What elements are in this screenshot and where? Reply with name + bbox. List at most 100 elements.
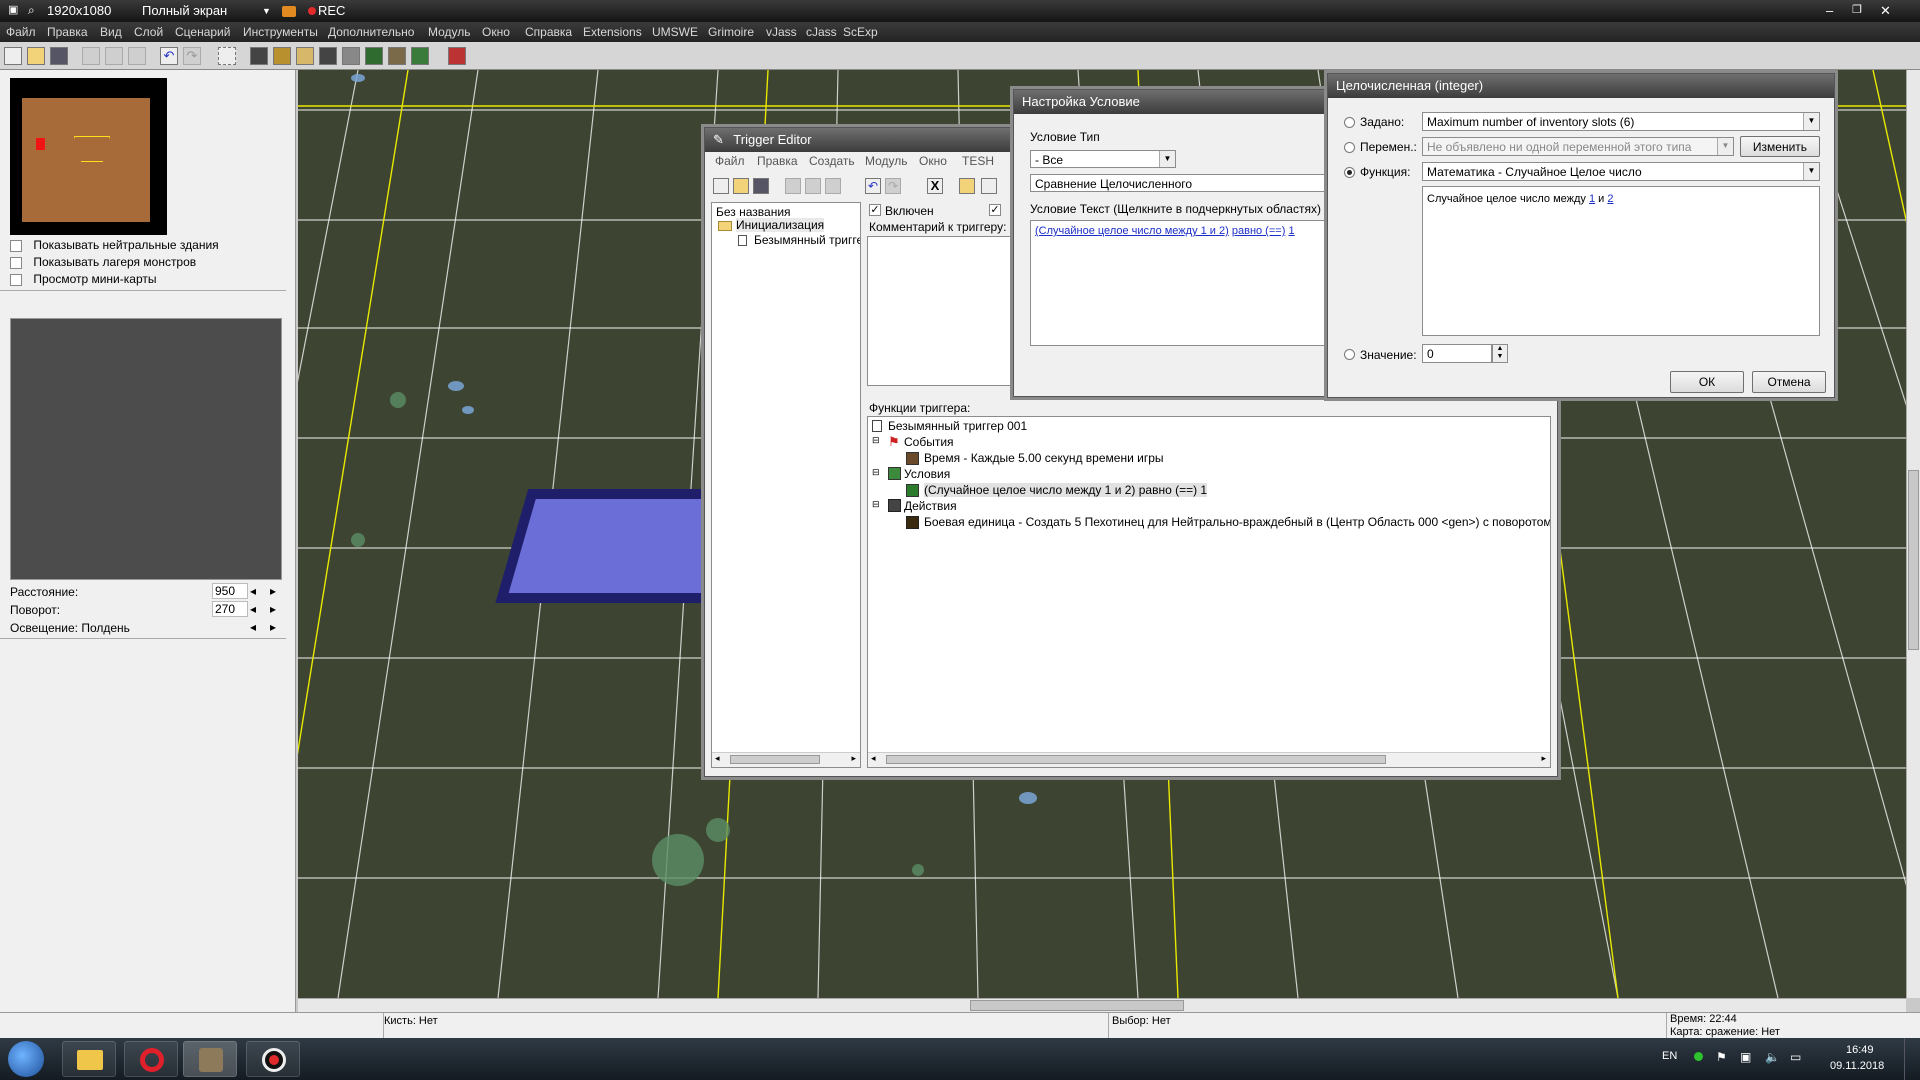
explorer-taskbar-icon[interactable] [62, 1041, 116, 1077]
te-redo-icon[interactable]: ↷ [885, 178, 901, 194]
condition-text-operator[interactable]: равно (==) [1232, 225, 1286, 237]
menu-scenario[interactable]: Сценарий [175, 25, 230, 39]
spin-up-icon[interactable]: ▲ [1493, 345, 1507, 353]
value-radio[interactable] [1344, 349, 1355, 360]
minimap[interactable] [10, 78, 167, 235]
collapse-conditions-icon[interactable]: ⊟ [872, 467, 880, 478]
start-button-icon[interactable] [8, 1041, 44, 1077]
neutral-buildings-checkbox[interactable] [10, 239, 22, 252]
te-delete-icon[interactable]: X [927, 178, 943, 194]
tray-volume-icon[interactable]: 🔈 [1765, 1050, 1780, 1064]
functions-trigger-name[interactable]: Безымянный триггер 001 [888, 419, 1027, 433]
preset-radio[interactable] [1344, 117, 1355, 128]
option-neutral-buildings[interactable]: Показывать нейтральные здания [10, 238, 219, 252]
value-spinner[interactable]: ▲ ▼ [1492, 344, 1508, 363]
rec-label[interactable]: REC [318, 3, 345, 18]
copy-icon[interactable] [105, 47, 123, 65]
menu-window[interactable]: Окно [482, 25, 510, 39]
redo-icon[interactable]: ↷ [183, 47, 201, 65]
ok-button[interactable]: ОК [1670, 371, 1744, 393]
preset-select[interactable]: Maximum number of inventory slots (6) ▼ [1422, 112, 1820, 131]
variable-select[interactable]: Не объявлено ни одной переменной этого т… [1422, 137, 1734, 156]
te-menu-module[interactable]: Модуль [865, 154, 908, 168]
recorder-mode[interactable]: Полный экран [142, 3, 227, 18]
distance-decrease-icon[interactable]: ◂ [250, 584, 256, 598]
map-horizontal-scrollbar[interactable] [298, 998, 1906, 1012]
tray-network-icon[interactable]: ▣ [1740, 1050, 1751, 1064]
collapse-actions-icon[interactable]: ⊟ [872, 499, 880, 510]
restore-icon[interactable]: ❐ [1852, 3, 1862, 16]
initially-on-checkbox[interactable] [989, 204, 1001, 216]
variable-radio[interactable] [1344, 142, 1355, 153]
action-item[interactable]: Боевая единица - Создать 5 Пехотинец для… [924, 515, 1550, 529]
collapse-events-icon[interactable]: ⊟ [872, 435, 880, 446]
te-menu-tesh[interactable]: TESH [962, 154, 994, 168]
sound-editor-icon[interactable] [296, 47, 314, 65]
scroll-left-icon[interactable]: ◂ [871, 753, 876, 764]
te-new-category-icon[interactable] [959, 178, 975, 194]
menu-layer[interactable]: Слой [134, 25, 163, 39]
spin-down-icon[interactable]: ▼ [1493, 353, 1507, 361]
te-menu-window[interactable]: Окно [919, 154, 947, 168]
te-menu-create[interactable]: Создать [809, 154, 855, 168]
conditions-label[interactable]: Условия [904, 467, 950, 481]
tree-root[interactable]: Без названия [716, 205, 791, 219]
option-monster-camps[interactable]: Показывать лагеря монстров [10, 255, 196, 269]
menu-tools[interactable]: Инструменты [243, 25, 318, 39]
menu-view[interactable]: Вид [100, 25, 122, 39]
trigger-editor-icon[interactable] [411, 47, 429, 65]
functions-hscrollbar[interactable]: ◂ ▸ [868, 752, 1550, 767]
recorder-resolution[interactable]: 1920x1080 [47, 3, 111, 18]
cut-icon[interactable] [82, 47, 100, 65]
distance-increase-icon[interactable]: ▸ [270, 584, 276, 598]
menu-file[interactable]: Файл [6, 25, 36, 39]
select-icon[interactable] [218, 47, 236, 65]
menu-scexp[interactable]: ScExp [843, 25, 878, 39]
new-map-icon[interactable] [4, 47, 22, 65]
close-icon[interactable]: ✕ [1880, 3, 1891, 19]
te-cut-icon[interactable] [785, 178, 801, 194]
menu-umswe[interactable]: UMSWE [652, 25, 698, 39]
rotation-decrease-icon[interactable]: ◂ [250, 602, 256, 616]
tree-trigger[interactable]: Безымянный тригге [754, 233, 860, 247]
integer-dialog-titlebar[interactable]: Целочисленная (integer) [1328, 74, 1834, 98]
map-region[interactable] [495, 489, 723, 603]
change-button[interactable]: Изменить [1740, 136, 1820, 157]
map-vertical-scrollbar[interactable] [1906, 70, 1920, 998]
campaign-editor-icon[interactable] [342, 47, 360, 65]
tree-hscrollbar[interactable]: ◂ ▸ [712, 752, 860, 767]
unit-editor-icon[interactable] [273, 47, 291, 65]
chevron-down-icon[interactable]: ▼ [262, 6, 271, 16]
scroll-left-icon[interactable]: ◂ [715, 753, 720, 764]
te-open-icon[interactable] [733, 178, 749, 194]
actions-label[interactable]: Действия [904, 499, 957, 513]
show-desktop-button[interactable] [1904, 1038, 1920, 1080]
minimize-icon[interactable]: – [1826, 3, 1833, 18]
te-paste-icon[interactable] [825, 178, 841, 194]
te-undo-icon[interactable]: ↶ [865, 178, 881, 194]
chevron-down-icon[interactable]: ▼ [1803, 163, 1819, 180]
recorder-taskbar-icon[interactable] [246, 1041, 300, 1077]
value-field[interactable]: 0 [1422, 344, 1492, 363]
save-icon[interactable] [50, 47, 68, 65]
te-new-icon[interactable] [713, 178, 729, 194]
scroll-right-icon[interactable]: ▸ [851, 753, 856, 764]
te-menu-edit[interactable]: Правка [757, 154, 798, 168]
menu-advanced[interactable]: Дополнительно [328, 25, 414, 39]
open-folder-icon[interactable] [27, 47, 45, 65]
tray-status-icon[interactable] [1694, 1052, 1703, 1061]
search-icon[interactable]: ⌕ [28, 3, 35, 18]
menu-edit[interactable]: Правка [47, 25, 88, 39]
ai-editor-icon[interactable] [365, 47, 383, 65]
clock-time[interactable]: 16:49 [1846, 1044, 1874, 1056]
condition-dialog-titlebar[interactable]: Настройка Условие [1014, 90, 1334, 114]
menu-help[interactable]: Справка [525, 25, 572, 39]
scroll-right-icon[interactable]: ▸ [1541, 753, 1546, 764]
menu-vjass[interactable]: vJass [766, 25, 797, 39]
rotation-field[interactable]: 270 [212, 601, 248, 617]
lighting-next-icon[interactable]: ▸ [270, 620, 276, 634]
condition-type-select[interactable]: - Все ▼ [1030, 150, 1176, 168]
condition-item[interactable]: (Случайное целое число между 1 и 2) равн… [924, 483, 1208, 497]
chevron-down-icon[interactable]: ▼ [1717, 138, 1733, 155]
undo-icon[interactable]: ↶ [160, 47, 178, 65]
